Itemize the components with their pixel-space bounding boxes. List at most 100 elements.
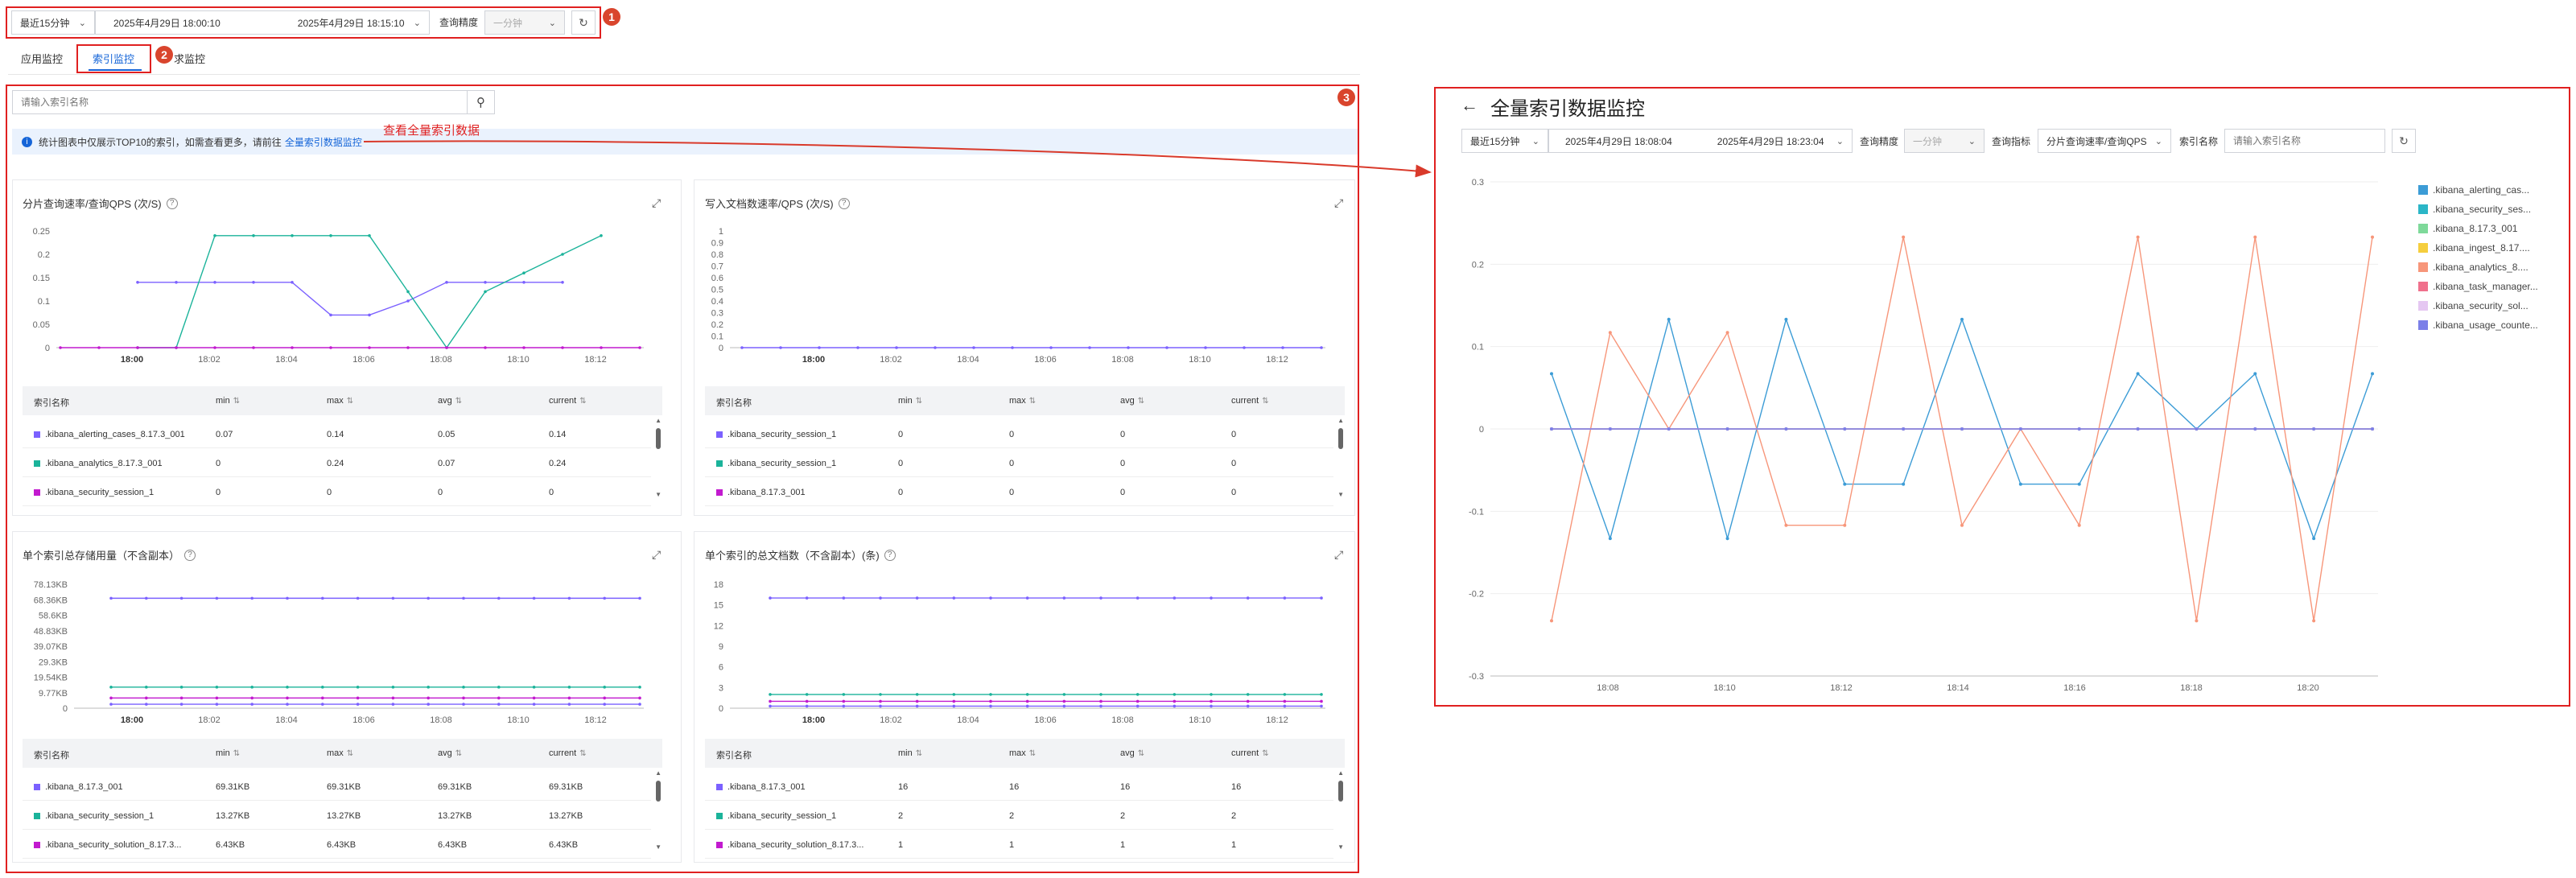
data-point[interactable]: [356, 703, 360, 706]
data-point[interactable]: [179, 703, 183, 706]
column-header[interactable]: current ⇅: [1231, 748, 1269, 758]
data-point[interactable]: [1099, 596, 1103, 600]
data-point[interactable]: [1902, 427, 1906, 431]
data-point[interactable]: [879, 704, 882, 708]
data-point[interactable]: [532, 703, 536, 706]
data-point[interactable]: [215, 596, 219, 600]
data-point[interactable]: [136, 346, 139, 349]
data-point[interactable]: [769, 596, 772, 600]
data-point[interactable]: [561, 346, 564, 349]
data-point[interactable]: [915, 699, 919, 703]
data-point[interactable]: [356, 596, 360, 600]
data-point[interactable]: [1173, 596, 1177, 600]
data-point[interactable]: [1843, 523, 1847, 527]
data-point[interactable]: [109, 686, 113, 689]
sort-icon[interactable]: ⇅: [579, 749, 586, 758]
data-point[interactable]: [1902, 482, 1906, 486]
detail-refresh-button[interactable]: ↻: [2392, 129, 2416, 153]
data-point[interactable]: [179, 686, 183, 689]
sort-icon[interactable]: ⇅: [1029, 749, 1036, 758]
data-point[interactable]: [2077, 482, 2081, 486]
data-point[interactable]: [1283, 704, 1287, 708]
data-point[interactable]: [109, 596, 113, 600]
data-point[interactable]: [805, 596, 809, 600]
column-header[interactable]: max ⇅: [1009, 396, 1036, 406]
data-point[interactable]: [1725, 331, 1729, 335]
data-point[interactable]: [934, 346, 937, 349]
data-point[interactable]: [769, 693, 772, 696]
data-point[interactable]: [915, 596, 919, 600]
data-point[interactable]: [1960, 317, 1964, 321]
data-point[interactable]: [368, 313, 371, 317]
data-point[interactable]: [1173, 699, 1177, 703]
legend-item[interactable]: .kibana_analytics_8....: [2418, 258, 2567, 277]
data-point[interactable]: [1136, 693, 1140, 696]
column-header[interactable]: min ⇅: [898, 396, 922, 406]
detail-date-range-picker[interactable]: 2025年4月29日 18:08:04 2025年4月29日 18:23:04 …: [1548, 129, 1853, 153]
scroll-up-arrow[interactable]: ▲: [655, 417, 662, 424]
data-point[interactable]: [879, 699, 882, 703]
data-point[interactable]: [406, 346, 410, 349]
data-point[interactable]: [2253, 427, 2257, 431]
data-point[interactable]: [145, 686, 148, 689]
data-point[interactable]: [2018, 427, 2022, 431]
data-point[interactable]: [1246, 596, 1250, 600]
data-point[interactable]: [638, 346, 641, 349]
data-point[interactable]: [250, 686, 254, 689]
detail-start-time[interactable]: 2025年4月29日 18:08:04: [1565, 134, 1672, 148]
data-point[interactable]: [215, 703, 219, 706]
data-point[interactable]: [145, 596, 148, 600]
data-point[interactable]: [497, 686, 501, 689]
data-point[interactable]: [1165, 346, 1168, 349]
detail-time-range-select[interactable]: 最近15分钟 ⌄: [1461, 129, 1548, 153]
data-point[interactable]: [406, 299, 410, 303]
data-point[interactable]: [59, 346, 62, 349]
data-point[interactable]: [1960, 523, 1964, 527]
data-point[interactable]: [522, 281, 526, 284]
column-header[interactable]: max ⇅: [1009, 748, 1036, 758]
data-point[interactable]: [484, 290, 487, 294]
data-point[interactable]: [1099, 693, 1103, 696]
help-icon[interactable]: ?: [884, 549, 896, 561]
data-point[interactable]: [638, 596, 641, 600]
data-point[interactable]: [213, 281, 216, 284]
help-icon[interactable]: ?: [838, 197, 850, 209]
data-point[interactable]: [2312, 619, 2316, 623]
sort-icon[interactable]: ⇅: [455, 397, 462, 406]
data-point[interactable]: [2077, 523, 2081, 527]
data-point[interactable]: [252, 234, 255, 237]
data-point[interactable]: [972, 346, 975, 349]
data-point[interactable]: [286, 696, 289, 700]
data-point[interactable]: [1049, 346, 1053, 349]
data-point[interactable]: [391, 596, 395, 600]
data-point[interactable]: [532, 686, 536, 689]
sort-icon[interactable]: ⇅: [916, 397, 922, 406]
data-point[interactable]: [842, 704, 846, 708]
legend-item[interactable]: .kibana_security_ses...: [2418, 200, 2567, 219]
data-point[interactable]: [1608, 331, 1612, 335]
data-point[interactable]: [97, 346, 101, 349]
data-point[interactable]: [638, 686, 641, 689]
sort-icon[interactable]: ⇅: [1029, 397, 1036, 406]
data-point[interactable]: [445, 281, 448, 284]
data-point[interactable]: [2253, 235, 2257, 239]
table-row[interactable]: .kibana_security_solution_8.17.3... 1 1 1 1: [705, 831, 1333, 859]
data-point[interactable]: [175, 281, 178, 284]
data-point[interactable]: [1667, 427, 1671, 431]
data-point[interactable]: [2371, 372, 2374, 376]
data-point[interactable]: [321, 686, 324, 689]
data-point[interactable]: [1784, 427, 1788, 431]
column-header[interactable]: min ⇅: [898, 748, 922, 758]
data-point[interactable]: [445, 346, 448, 349]
data-point[interactable]: [1902, 235, 1906, 239]
data-point[interactable]: [1320, 699, 1323, 703]
data-point[interactable]: [1099, 699, 1103, 703]
data-point[interactable]: [462, 696, 465, 700]
data-point[interactable]: [1062, 704, 1066, 708]
data-point[interactable]: [1210, 693, 1213, 696]
scroll-down-arrow[interactable]: ▼: [1337, 843, 1344, 851]
data-point[interactable]: [145, 696, 148, 700]
data-point[interactable]: [427, 696, 430, 700]
data-point[interactable]: [2195, 427, 2199, 431]
data-point[interactable]: [1204, 346, 1207, 349]
